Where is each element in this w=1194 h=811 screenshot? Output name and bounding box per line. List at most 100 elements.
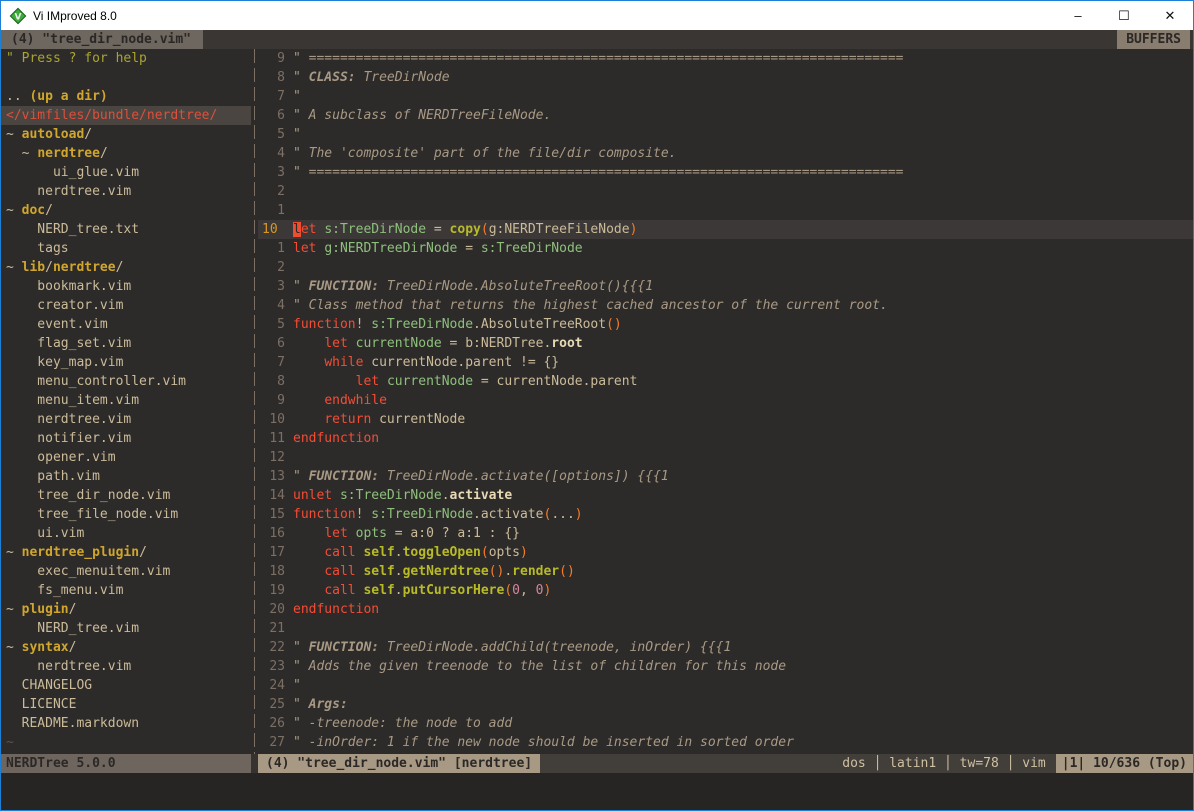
code-line[interactable]: 20endfunction [258, 600, 1193, 619]
code-line[interactable]: 14unlet s:TreeDirNode.activate [258, 486, 1193, 505]
code-line[interactable]: 23" Adds the given treenode to the list … [258, 657, 1193, 676]
code-line[interactable]: 2 [258, 182, 1193, 201]
tree-row[interactable]: menu_item.vim [1, 391, 251, 410]
code-text: endfunction [293, 429, 1193, 448]
command-line[interactable] [1, 773, 1193, 810]
code-text: " FUNCTION: TreeDirNode.AbsoluteTreeRoot… [293, 277, 1193, 296]
tree-row[interactable]: flag_set.vim [1, 334, 251, 353]
tree-row[interactable]: path.vim [1, 467, 251, 486]
code-line[interactable]: 6" A subclass of NERDTreeFileNode. [258, 106, 1193, 125]
code-line[interactable]: 17 call self.toggleOpen(opts) [258, 543, 1193, 562]
code-line[interactable]: 5 function! s:TreeDirNode.AbsoluteTreeRoo… [258, 315, 1193, 334]
code-line[interactable]: 19 call self.putCursorHere(0, 0) [258, 581, 1193, 600]
tree-row[interactable]: .. (up a dir) [1, 87, 251, 106]
code-line[interactable]: 4" The 'composite' part of the file/dir … [258, 144, 1193, 163]
minimize-button[interactable]: – [1055, 1, 1101, 30]
tree-row[interactable]: ~ nerdtree/ [1, 144, 251, 163]
tree-row[interactable]: LICENCE [1, 695, 251, 714]
code-line[interactable]: 24" [258, 676, 1193, 695]
line-number: 5 [258, 315, 285, 334]
code-line[interactable]: 25" Args: [258, 695, 1193, 714]
tab-tree-dir-node[interactable]: (4) "tree_dir_node.vim" [1, 30, 203, 49]
code-line[interactable]: 3" =====================================… [258, 163, 1193, 182]
tree-row[interactable]: nerdtree.vim [1, 657, 251, 676]
code-line[interactable]: 18 call self.getNerdtree().render() [258, 562, 1193, 581]
tree-row[interactable]: menu_controller.vim [1, 372, 251, 391]
window-separator[interactable] [251, 49, 258, 754]
tree-row[interactable]: ~ autoload/ [1, 125, 251, 144]
line-number: 6 [258, 334, 285, 353]
code-line[interactable]: 22" FUNCTION: TreeDirNode.addChild(treen… [258, 638, 1193, 657]
tree-row[interactable]: creator.vim [1, 296, 251, 315]
tree-row[interactable]: tree_dir_node.vim [1, 486, 251, 505]
line-number: 8 [258, 68, 285, 87]
code-text: " Class method that returns the highest … [293, 296, 1193, 315]
code-line[interactable]: 12 [258, 448, 1193, 467]
tree-row-root[interactable]: </vimfiles/bundle/nerdtree/ [1, 106, 251, 125]
code-line[interactable]: 1 [258, 201, 1193, 220]
tree-row[interactable]: event.vim [1, 315, 251, 334]
separator-dashes [254, 49, 255, 754]
tree-row[interactable]: NERD_tree.vim [1, 619, 251, 638]
tree-row[interactable]: exec_menuitem.vim [1, 562, 251, 581]
tree-row[interactable]: ui_glue.vim [1, 163, 251, 182]
tree-row[interactable]: bookmark.vim [1, 277, 251, 296]
tree-row[interactable]: fs_menu.vim [1, 581, 251, 600]
tree-row[interactable]: ui.vim [1, 524, 251, 543]
code-text [293, 258, 1193, 277]
tree-row[interactable]: ~ [1, 733, 251, 752]
code-line[interactable]: 10let s:TreeDirNode = copy(g:NERDTreeFil… [258, 220, 1193, 239]
tree-row[interactable]: ~ lib/nerdtree/ [1, 258, 251, 277]
code-line[interactable]: 11endfunction [258, 429, 1193, 448]
tree-row[interactable]: ~ plugin/ [1, 600, 251, 619]
code-line[interactable]: 26" -treenode: the node to add [258, 714, 1193, 733]
code-line[interactable]: 3" FUNCTION: TreeDirNode.AbsoluteTreeRoo… [258, 277, 1193, 296]
buffers-label[interactable]: BUFFERS [1117, 30, 1190, 49]
tree-row[interactable]: tree_file_node.vim [1, 505, 251, 524]
code-text: " CLASS: TreeDirNode [293, 68, 1193, 87]
tree-row[interactable]: ~ nerdtree_plugin/ [1, 543, 251, 562]
code-line[interactable]: 7 while currentNode.parent != {} [258, 353, 1193, 372]
code-line[interactable]: 10 return currentNode [258, 410, 1193, 429]
code-line[interactable]: 9 endwhile [258, 391, 1193, 410]
tree-row[interactable]: nerdtree.vim [1, 410, 251, 429]
tree-row[interactable] [1, 68, 251, 87]
maximize-button[interactable]: ☐ [1101, 1, 1147, 30]
code-line[interactable]: 8 let currentNode = currentNode.parent [258, 372, 1193, 391]
tree-row[interactable]: key_map.vim [1, 353, 251, 372]
line-number: 17 [258, 543, 285, 562]
code-text: " ======================================… [293, 163, 1193, 182]
tree-row[interactable]: ~ syntax/ [1, 638, 251, 657]
tree-row[interactable]: NERD_tree.txt [1, 220, 251, 239]
tree-row[interactable]: ~ doc/ [1, 201, 251, 220]
code-text: let s:TreeDirNode = copy(g:NERDTreeFileN… [293, 220, 1193, 239]
code-line[interactable]: 13" FUNCTION: TreeDirNode.activate([opti… [258, 467, 1193, 486]
code-line[interactable]: 2 [258, 258, 1193, 277]
line-number: 6 [258, 106, 285, 125]
close-button[interactable]: ✕ [1147, 1, 1193, 30]
line-number: 15 [258, 505, 285, 524]
code-line[interactable]: 21 [258, 619, 1193, 638]
tree-row[interactable]: README.markdown [1, 714, 251, 733]
code-text: function! s:TreeDirNode.activate(...) [293, 505, 1193, 524]
tree-row[interactable]: " Press ? for help [1, 49, 251, 68]
tree-row[interactable]: CHANGELOG [1, 676, 251, 695]
code-line[interactable]: 6 let currentNode = b:NERDTree.root [258, 334, 1193, 353]
tree-row[interactable]: notifier.vim [1, 429, 251, 448]
code-line[interactable]: 15 function! s:TreeDirNode.activate(...) [258, 505, 1193, 524]
tree-row[interactable]: nerdtree.vim [1, 182, 251, 201]
tree-row[interactable]: opener.vim [1, 448, 251, 467]
code-line[interactable]: 1let g:NERDTreeDirNode = s:TreeDirNode [258, 239, 1193, 258]
code-line[interactable]: 8 " CLASS: TreeDirNode [258, 68, 1193, 87]
code-line[interactable]: 27" -inOrder: 1 if the new node should b… [258, 733, 1193, 752]
line-number: 8 [258, 372, 285, 391]
code-line[interactable]: 9" =====================================… [258, 49, 1193, 68]
code-line[interactable]: 4" Class method that returns the highest… [258, 296, 1193, 315]
code-text: " [293, 87, 1193, 106]
code-text: while currentNode.parent != {} [293, 353, 1193, 372]
code-text: function! s:TreeDirNode.AbsoluteTreeRoot… [293, 315, 1193, 334]
tree-row[interactable]: tags [1, 239, 251, 258]
code-line[interactable]: 5" [258, 125, 1193, 144]
code-line[interactable]: 16 let opts = a:0 ? a:1 : {} [258, 524, 1193, 543]
code-line[interactable]: 7" [258, 87, 1193, 106]
